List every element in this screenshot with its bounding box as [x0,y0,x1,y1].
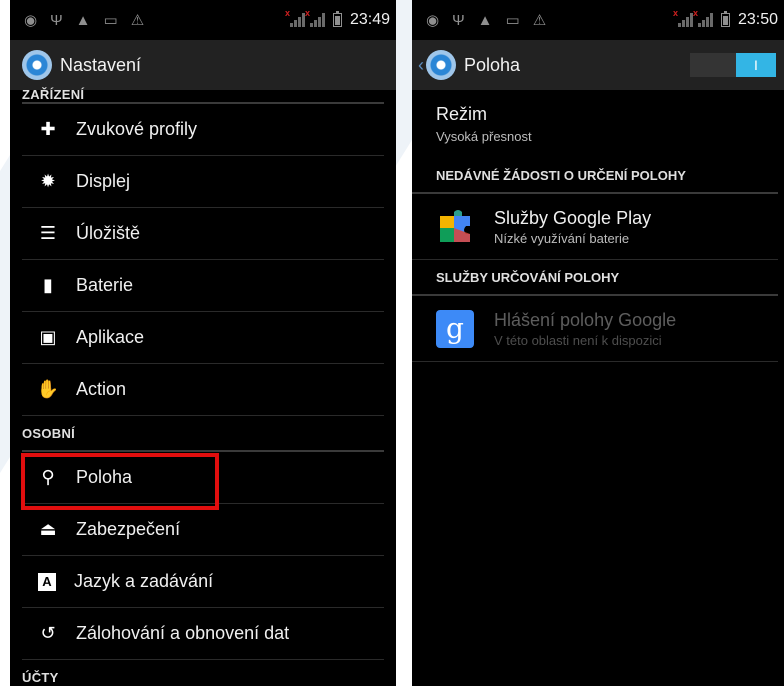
battery-status-icon [720,11,730,27]
item-label: Action [76,379,127,399]
hand-icon: ✋ [36,379,60,399]
battery-status-icon [332,11,342,27]
wifi-icon: ◉ [426,12,440,29]
settings-gear-icon[interactable] [426,50,456,80]
signal-icon: x [305,8,325,27]
usb-icon: Ψ [452,11,465,29]
storage-icon: ☰ [39,223,57,243]
settings-item-display[interactable]: ✹ Displej [22,156,384,208]
settings-item-action[interactable]: ✋ Action [22,364,384,416]
location-services-header: SLUŽBY URČOVÁNÍ POLOHY [412,260,778,296]
clock: 23:49 [349,11,390,28]
settings-gear-icon[interactable] [22,50,52,80]
item-label: Úložiště [76,223,141,243]
image-icon: ▭ [505,12,520,29]
warning-icon: ⚠ [532,12,547,29]
location-screen: ◉ Ψ ▲ ▭ ⚠ x x 23:50 ‹ Poloha I Režim Vys… [412,0,784,686]
service-item-subtitle: V této oblasti není k dispozici [494,332,662,348]
settings-list: ZAŘÍZENÍ ✚ Zvukové profily ✹ Displej ☰ Ú… [10,82,396,686]
settings-item-battery[interactable]: ▮ Baterie [22,260,384,312]
keyboard-a-icon: A [38,572,56,591]
recent-item-title: Služby Google Play [494,207,652,228]
signal-icon: x [693,8,713,27]
section-header: ÚČTY [22,669,59,685]
mode-value: Vysoká přesnost [436,129,532,144]
action-bar: ‹ Poloha I [412,40,784,90]
service-item-title: Hlášení polohy Google [494,309,677,330]
lock-notification-icon: ▲ [75,11,91,29]
item-label: Zvukové profily [76,119,198,139]
signal-icon: x [285,8,305,27]
section-header: ZAŘÍZENÍ [22,87,85,102]
recent-requests-header: NEDÁVNÉ ŽÁDOSTI O URČENÍ POLOHY [412,158,778,194]
settings-screen: ◉ Ψ ▲ ▭ ⚠ x x 23:49 Nastavení ZAŘÍZENÍ ✚… [10,0,396,686]
status-bar: ◉ Ψ ▲ ▭ ⚠ x x 23:49 [10,0,396,40]
location-toggle[interactable]: I [690,53,776,77]
recent-item-subtitle: Nízké využívání baterie [494,230,630,246]
settings-item-security[interactable]: ⏏ Zabezpečení [22,504,384,556]
status-bar: ◉ Ψ ▲ ▭ ⚠ x x 23:50 [412,0,784,40]
back-chevron-icon[interactable]: ‹ [418,55,424,76]
display-icon: ✹ [40,171,56,191]
item-label: Zabezpečení [76,519,181,539]
google-play-services-icon [436,208,474,246]
apps-icon: ▣ [39,327,57,347]
section-header: OSOBNÍ [22,425,76,441]
signal-icon: x [673,8,693,27]
clock: 23:50 [737,11,778,28]
page-title: Poloha [464,54,521,75]
settings-item-apps[interactable]: ▣ Aplikace [22,312,384,364]
highlight-box [21,453,219,510]
recent-request-item[interactable]: Služby Google Play Nízké využívání bater… [412,194,778,260]
item-label: Zálohování a obnovení dat [76,623,290,643]
settings-item-sound-profiles[interactable]: ✚ Zvukové profily [22,104,384,156]
item-label: Displej [76,171,131,191]
settings-item-backup[interactable]: ↺ Zálohování a obnovení dat [22,608,384,660]
settings-item-language[interactable]: A Jazyk a zadávání [22,556,384,608]
battery-icon: ▮ [43,275,53,295]
page-title: Nastavení [60,54,142,75]
lock-icon: ⏏ [39,519,57,539]
google-g-icon: g [436,309,474,348]
item-label: Baterie [76,275,134,295]
warning-icon: ⚠ [130,12,145,29]
usb-icon: Ψ [50,11,63,29]
mode-setting[interactable]: Režim Vysoká přesnost [412,90,784,144]
lock-notification-icon: ▲ [477,11,493,29]
mode-title: Režim [436,104,488,124]
item-label: Jazyk a zadávání [74,571,214,591]
location-service-item[interactable]: g Hlášení polohy Google V této oblasti n… [412,296,778,362]
sound-profiles-icon: ✚ [40,119,56,139]
backup-icon: ↺ [40,623,56,643]
wifi-icon: ◉ [24,12,38,29]
toggle-knob: I [736,53,776,77]
image-icon: ▭ [103,12,118,29]
item-label: Aplikace [76,327,145,347]
settings-item-storage[interactable]: ☰ Úložiště [22,208,384,260]
